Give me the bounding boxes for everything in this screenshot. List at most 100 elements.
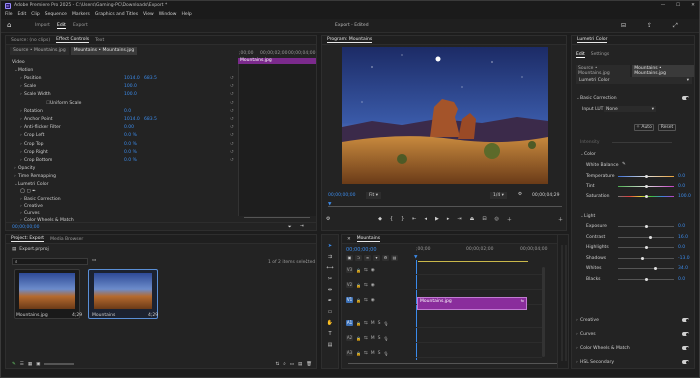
lumetri-param-value[interactable]: 0.0 (678, 174, 685, 179)
clear-icon[interactable]: 🗑 (306, 362, 312, 367)
mute-icon[interactable]: M (371, 336, 375, 341)
lumetri-param-slider[interactable] (618, 246, 674, 249)
close-icon[interactable]: ✕ (687, 3, 699, 8)
microphone-icon[interactable]: 🎙 (384, 321, 389, 326)
reset-parameter-icon[interactable]: ↺ (230, 158, 234, 163)
sequence-clip-tab[interactable]: Mountains • Mountains.jpg (70, 47, 138, 55)
lock-icon[interactable]: 🔒 (356, 298, 361, 303)
tab-lumetri-settings[interactable]: Settings (591, 52, 609, 58)
slider-knob[interactable] (654, 267, 658, 270)
monitor-add-icon[interactable]: ＋ (558, 216, 563, 223)
video-track-header[interactable]: V3 🔒 ⇆ ◉ (342, 265, 414, 275)
ec-prop-row[interactable]: › Scale Width (20, 92, 51, 97)
type-tool-icon[interactable]: T (328, 331, 331, 337)
intensity-slider[interactable] (612, 142, 672, 144)
slider-knob[interactable] (644, 246, 648, 249)
lumetri-section-color-wheels-match[interactable]: › Color Wheels & Match (576, 346, 630, 351)
slider-knob[interactable] (644, 195, 648, 198)
audio-track-header[interactable]: A1 🔒 ⇆ M S 🎙 (342, 318, 414, 328)
pen-tool-icon[interactable]: ✒ (328, 298, 332, 304)
lumetri-param-slider[interactable] (618, 195, 674, 198)
sync-lock-icon[interactable]: ⇆ (364, 283, 368, 288)
marker-icon[interactable]: ◆ (378, 216, 382, 222)
program-monitor-title[interactable]: Program: Mountains (327, 37, 373, 43)
tab-timeline-mountains[interactable]: Mountains (356, 236, 381, 242)
solo-icon[interactable]: S (378, 351, 381, 356)
ec-prop-value[interactable]: 1014.0 (124, 117, 140, 122)
light-section-header[interactable]: ⌄Light (580, 214, 595, 219)
ec-prop-row[interactable]: › Crop Right (20, 150, 48, 155)
ec-lumetri-sub[interactable]: › Curves (20, 211, 40, 216)
timeline-timecode[interactable]: 00;00;00;00 (346, 247, 377, 253)
lumetri-param-value[interactable]: 16.0 (678, 235, 688, 240)
audio-track-header[interactable]: A3 🔒 ⇆ M S 🎙 (342, 348, 414, 358)
ec-prop-value[interactable]: 0.00 (124, 125, 134, 130)
track-target-label[interactable]: A2 (346, 335, 353, 341)
ec-prop-row[interactable]: › Rotation (20, 109, 43, 114)
tab-project[interactable]: Project: Export (11, 236, 45, 242)
tab-export[interactable]: Export (73, 23, 88, 28)
add-marker-icon[interactable]: ▾ (373, 255, 380, 261)
microphone-icon[interactable]: 🎙 (384, 351, 389, 356)
ec-prop-row[interactable]: › Anti-flicker Filter (20, 125, 61, 130)
freeform-view-icon[interactable]: ▣ (36, 362, 40, 367)
ec-fx-motion[interactable]: ⌄Motion (14, 68, 33, 73)
lumetri-effect-select[interactable]: Lumetri Color ▾ (576, 77, 692, 84)
menu-window[interactable]: Window (159, 12, 177, 17)
step-back-icon[interactable]: ◂ (425, 216, 428, 222)
reset-parameter-icon[interactable]: ↺ (230, 84, 234, 89)
razor-tool-icon[interactable]: ✂ (328, 276, 332, 282)
lift-icon[interactable]: ⏏ (470, 216, 475, 222)
ec-prop-value[interactable]: 0.0 % (124, 133, 137, 138)
lumetri-param-slider[interactable] (618, 225, 674, 228)
menu-view[interactable]: View (143, 12, 154, 17)
reset-parameter-icon[interactable]: ↺ (230, 142, 234, 147)
slider-knob[interactable] (644, 277, 648, 281)
ec-prop-value[interactable]: 1014.0 (124, 76, 140, 81)
menu-edit[interactable]: Edit (18, 12, 27, 17)
ec-zoom-scrollbar[interactable] (244, 217, 310, 219)
list-view-icon[interactable]: ☰ (20, 362, 24, 367)
project-search-input[interactable]: ⌕ (12, 258, 88, 265)
playhead-icon[interactable]: ▼ (328, 202, 331, 207)
slider-knob[interactable] (644, 185, 648, 188)
slider-knob[interactable] (648, 235, 652, 239)
new-bin-bottom-icon[interactable]: ▭ (290, 362, 294, 367)
reset-parameter-icon[interactable]: ↺ (230, 150, 234, 155)
export-frame-icon[interactable]: ◎ (495, 216, 499, 222)
reset-button[interactable]: Reset (658, 124, 676, 131)
ec-lumetri-sub[interactable]: › Basic Correction (20, 197, 61, 202)
ec-video-section[interactable]: Video (12, 60, 25, 65)
reset-parameter-icon[interactable]: ↺ (230, 109, 234, 114)
program-scrubber[interactable]: ▼ (328, 202, 562, 207)
ec-prop-value[interactable]: 0.0 % (124, 158, 137, 163)
ec-prop-row[interactable]: › Crop Left (20, 133, 44, 138)
section-toggle[interactable] (682, 318, 689, 322)
sync-lock-icon[interactable]: ⇆ (364, 298, 368, 303)
lumetri-section-creative[interactable]: › Creative (576, 318, 599, 323)
find-icon[interactable]: ⌕ (283, 361, 286, 367)
sync-lock-icon[interactable]: ⇆ (364, 336, 368, 341)
out-point-icon[interactable]: } (401, 216, 404, 222)
slider-knob[interactable] (640, 256, 644, 260)
ec-prop-value[interactable]: 0.0 % (124, 150, 137, 155)
menu-markers[interactable]: Markers (72, 12, 90, 17)
in-point-icon[interactable]: { (390, 216, 393, 222)
track-target-label[interactable]: V1 (346, 297, 353, 303)
tab-media-browser[interactable]: Media Browser (50, 237, 83, 242)
ec-prop-row[interactable]: › Crop Top (20, 142, 44, 147)
selection-tool-icon[interactable]: ➤ (328, 243, 332, 249)
lumetri-param-slider[interactable] (618, 267, 674, 270)
tab-source[interactable]: Source: (no clips) (11, 38, 50, 43)
quick-export-icon[interactable]: ⤢ (673, 22, 678, 30)
go-to-in-icon[interactable]: ⇤ (412, 216, 416, 222)
menu-graphics-and-titles[interactable]: Graphics and Titles (95, 12, 138, 17)
sort-icon[interactable]: ⇅ (275, 362, 279, 367)
export-frame-icon[interactable]: ⇥ (300, 224, 304, 229)
lock-icon[interactable]: 🔒 (356, 283, 361, 288)
track-target-label[interactable]: A1 (346, 320, 353, 326)
captions-icon[interactable]: ▤ (391, 255, 398, 261)
mask-tool-icon[interactable]: ✒ (32, 189, 36, 194)
menu-clip[interactable]: Clip (31, 12, 40, 17)
track-target-label[interactable]: A3 (346, 350, 353, 356)
